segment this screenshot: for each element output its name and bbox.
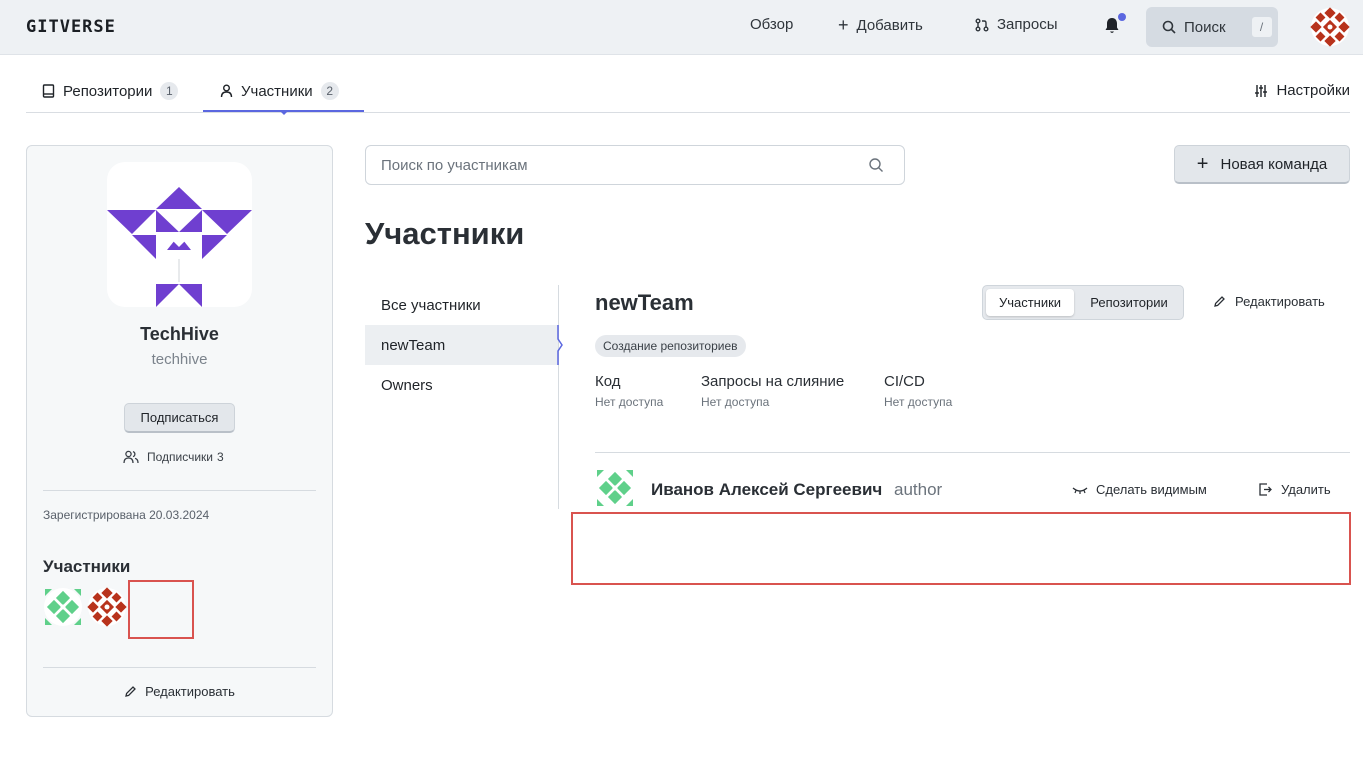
permission-value: Нет доступа bbox=[884, 395, 953, 409]
member-avatar-green[interactable] bbox=[43, 587, 83, 627]
remove-member-label: Удалить bbox=[1281, 482, 1331, 497]
nav-overview[interactable]: Обзор bbox=[750, 16, 793, 33]
followers-count: 3 bbox=[217, 450, 224, 464]
team-name: newTeam bbox=[595, 290, 694, 315]
permission-code: Код Нет доступа bbox=[595, 373, 663, 409]
permission-title: Запросы на слияние bbox=[701, 373, 845, 390]
subscribe-button[interactable]: Подписаться bbox=[124, 403, 235, 433]
settings-label: Настройки bbox=[1276, 82, 1350, 99]
org-logo bbox=[107, 162, 252, 307]
tab-members-label: Участники bbox=[241, 82, 313, 100]
permission-value: Нет доступа bbox=[701, 395, 770, 409]
nav-add-button[interactable]: + Добавить bbox=[838, 16, 923, 34]
person-icon bbox=[220, 84, 233, 98]
new-team-button[interactable]: + Новая команда bbox=[1174, 145, 1350, 184]
nav-add-label: Добавить bbox=[856, 16, 923, 34]
permission-title: Код bbox=[595, 373, 621, 390]
top-header: GITVERSE Обзор + Добавить Запросы Поиск … bbox=[0, 0, 1363, 55]
exit-icon bbox=[1259, 483, 1272, 496]
edit-org-label: Редактировать bbox=[145, 684, 235, 699]
plus-icon: + bbox=[1196, 153, 1209, 175]
make-visible-label: Сделать видимым bbox=[1096, 482, 1207, 497]
tab-repositories[interactable]: Репозитории 1 bbox=[42, 82, 179, 100]
tab-members[interactable]: Участники 2 bbox=[220, 82, 339, 100]
highlight-box-empty-area bbox=[571, 512, 1351, 585]
team-item-owners[interactable]: Owners bbox=[365, 365, 558, 405]
sliders-icon bbox=[1255, 84, 1268, 97]
org-handle: techhive bbox=[151, 351, 208, 368]
permission-title: CI/CD bbox=[884, 373, 925, 390]
members-heading: Участники bbox=[43, 557, 131, 576]
tab-repositories-label: Репозитории bbox=[63, 82, 153, 100]
section-divider bbox=[595, 452, 1350, 453]
global-search-label: Поиск bbox=[1184, 18, 1226, 36]
permission-value: Нет доступа bbox=[595, 395, 664, 409]
card-divider-bottom bbox=[43, 667, 316, 668]
member-row-avatar[interactable] bbox=[595, 468, 635, 508]
tab-repositories-count: 1 bbox=[160, 82, 179, 100]
page-title: Участники bbox=[365, 216, 525, 251]
followers-label: Подписчики bbox=[147, 450, 214, 464]
team-item-all[interactable]: Все участники bbox=[365, 285, 558, 325]
search-shortcut-key: / bbox=[1251, 17, 1272, 37]
bell-icon[interactable] bbox=[1104, 17, 1120, 35]
team-list: Все участники newTeam Owners bbox=[365, 285, 559, 509]
highlight-box-members bbox=[128, 580, 194, 639]
people-icon bbox=[123, 450, 139, 464]
segment-members[interactable]: Участники bbox=[986, 289, 1074, 316]
pencil-icon bbox=[125, 686, 137, 697]
segment-repositories[interactable]: Репозитории bbox=[1077, 289, 1181, 316]
permission-cicd: CI/CD Нет доступа bbox=[884, 373, 952, 409]
global-search-button[interactable]: Поиск / bbox=[1146, 7, 1278, 47]
nav-requests-label: Запросы bbox=[997, 16, 1058, 33]
tab-members-count: 2 bbox=[320, 82, 339, 100]
card-divider bbox=[43, 490, 316, 491]
permission-badge: Создание репозиториев bbox=[595, 335, 746, 357]
followers-link[interactable]: Подписчики 3 bbox=[123, 450, 224, 464]
plus-icon: + bbox=[838, 15, 849, 35]
active-tab-caret bbox=[279, 110, 289, 115]
active-team-marker bbox=[557, 325, 563, 365]
remove-member-button[interactable]: Удалить bbox=[1258, 482, 1331, 497]
org-profile-card: TechHive techhive Подписаться Подписчики… bbox=[26, 145, 333, 717]
team-item-newteam[interactable]: newTeam bbox=[365, 325, 558, 365]
repo-icon bbox=[42, 84, 55, 98]
org-tabs: Репозитории 1 Участники 2 Настройки bbox=[26, 70, 1350, 115]
team-view-switch: Участники Репозитории bbox=[982, 285, 1184, 320]
pull-request-icon bbox=[975, 18, 989, 31]
pencil-icon bbox=[1214, 296, 1225, 307]
search-icon bbox=[1162, 20, 1176, 34]
nav-requests[interactable]: Запросы bbox=[975, 16, 1058, 33]
org-name: TechHive bbox=[140, 324, 219, 344]
gitverse-logo[interactable]: GITVERSE bbox=[26, 17, 116, 37]
member-avatar-red[interactable] bbox=[87, 587, 127, 627]
eye-closed-icon bbox=[1072, 486, 1088, 494]
user-avatar[interactable] bbox=[1310, 7, 1350, 47]
org-logo-image bbox=[107, 187, 252, 307]
make-visible-button[interactable]: Сделать видимым bbox=[1072, 482, 1207, 497]
member-role: author bbox=[894, 480, 943, 499]
notification-dot bbox=[1118, 13, 1126, 21]
edit-team-button[interactable]: Редактировать bbox=[1213, 294, 1325, 309]
new-team-label: Новая команда bbox=[1220, 155, 1328, 173]
nav-overview-label: Обзор bbox=[750, 16, 794, 33]
registered-date: Зарегистрирована 20.03.2024 bbox=[43, 508, 210, 522]
member-search-input[interactable] bbox=[365, 145, 905, 185]
edit-org-link[interactable]: Редактировать bbox=[27, 684, 332, 699]
permission-merge-requests: Запросы на слияние Нет доступа bbox=[701, 373, 844, 409]
edit-team-label: Редактировать bbox=[1235, 294, 1325, 309]
search-icon[interactable] bbox=[868, 157, 884, 173]
member-name[interactable]: Иванов Алексей Сергеевич bbox=[651, 480, 882, 500]
settings-link[interactable]: Настройки bbox=[1254, 82, 1350, 99]
